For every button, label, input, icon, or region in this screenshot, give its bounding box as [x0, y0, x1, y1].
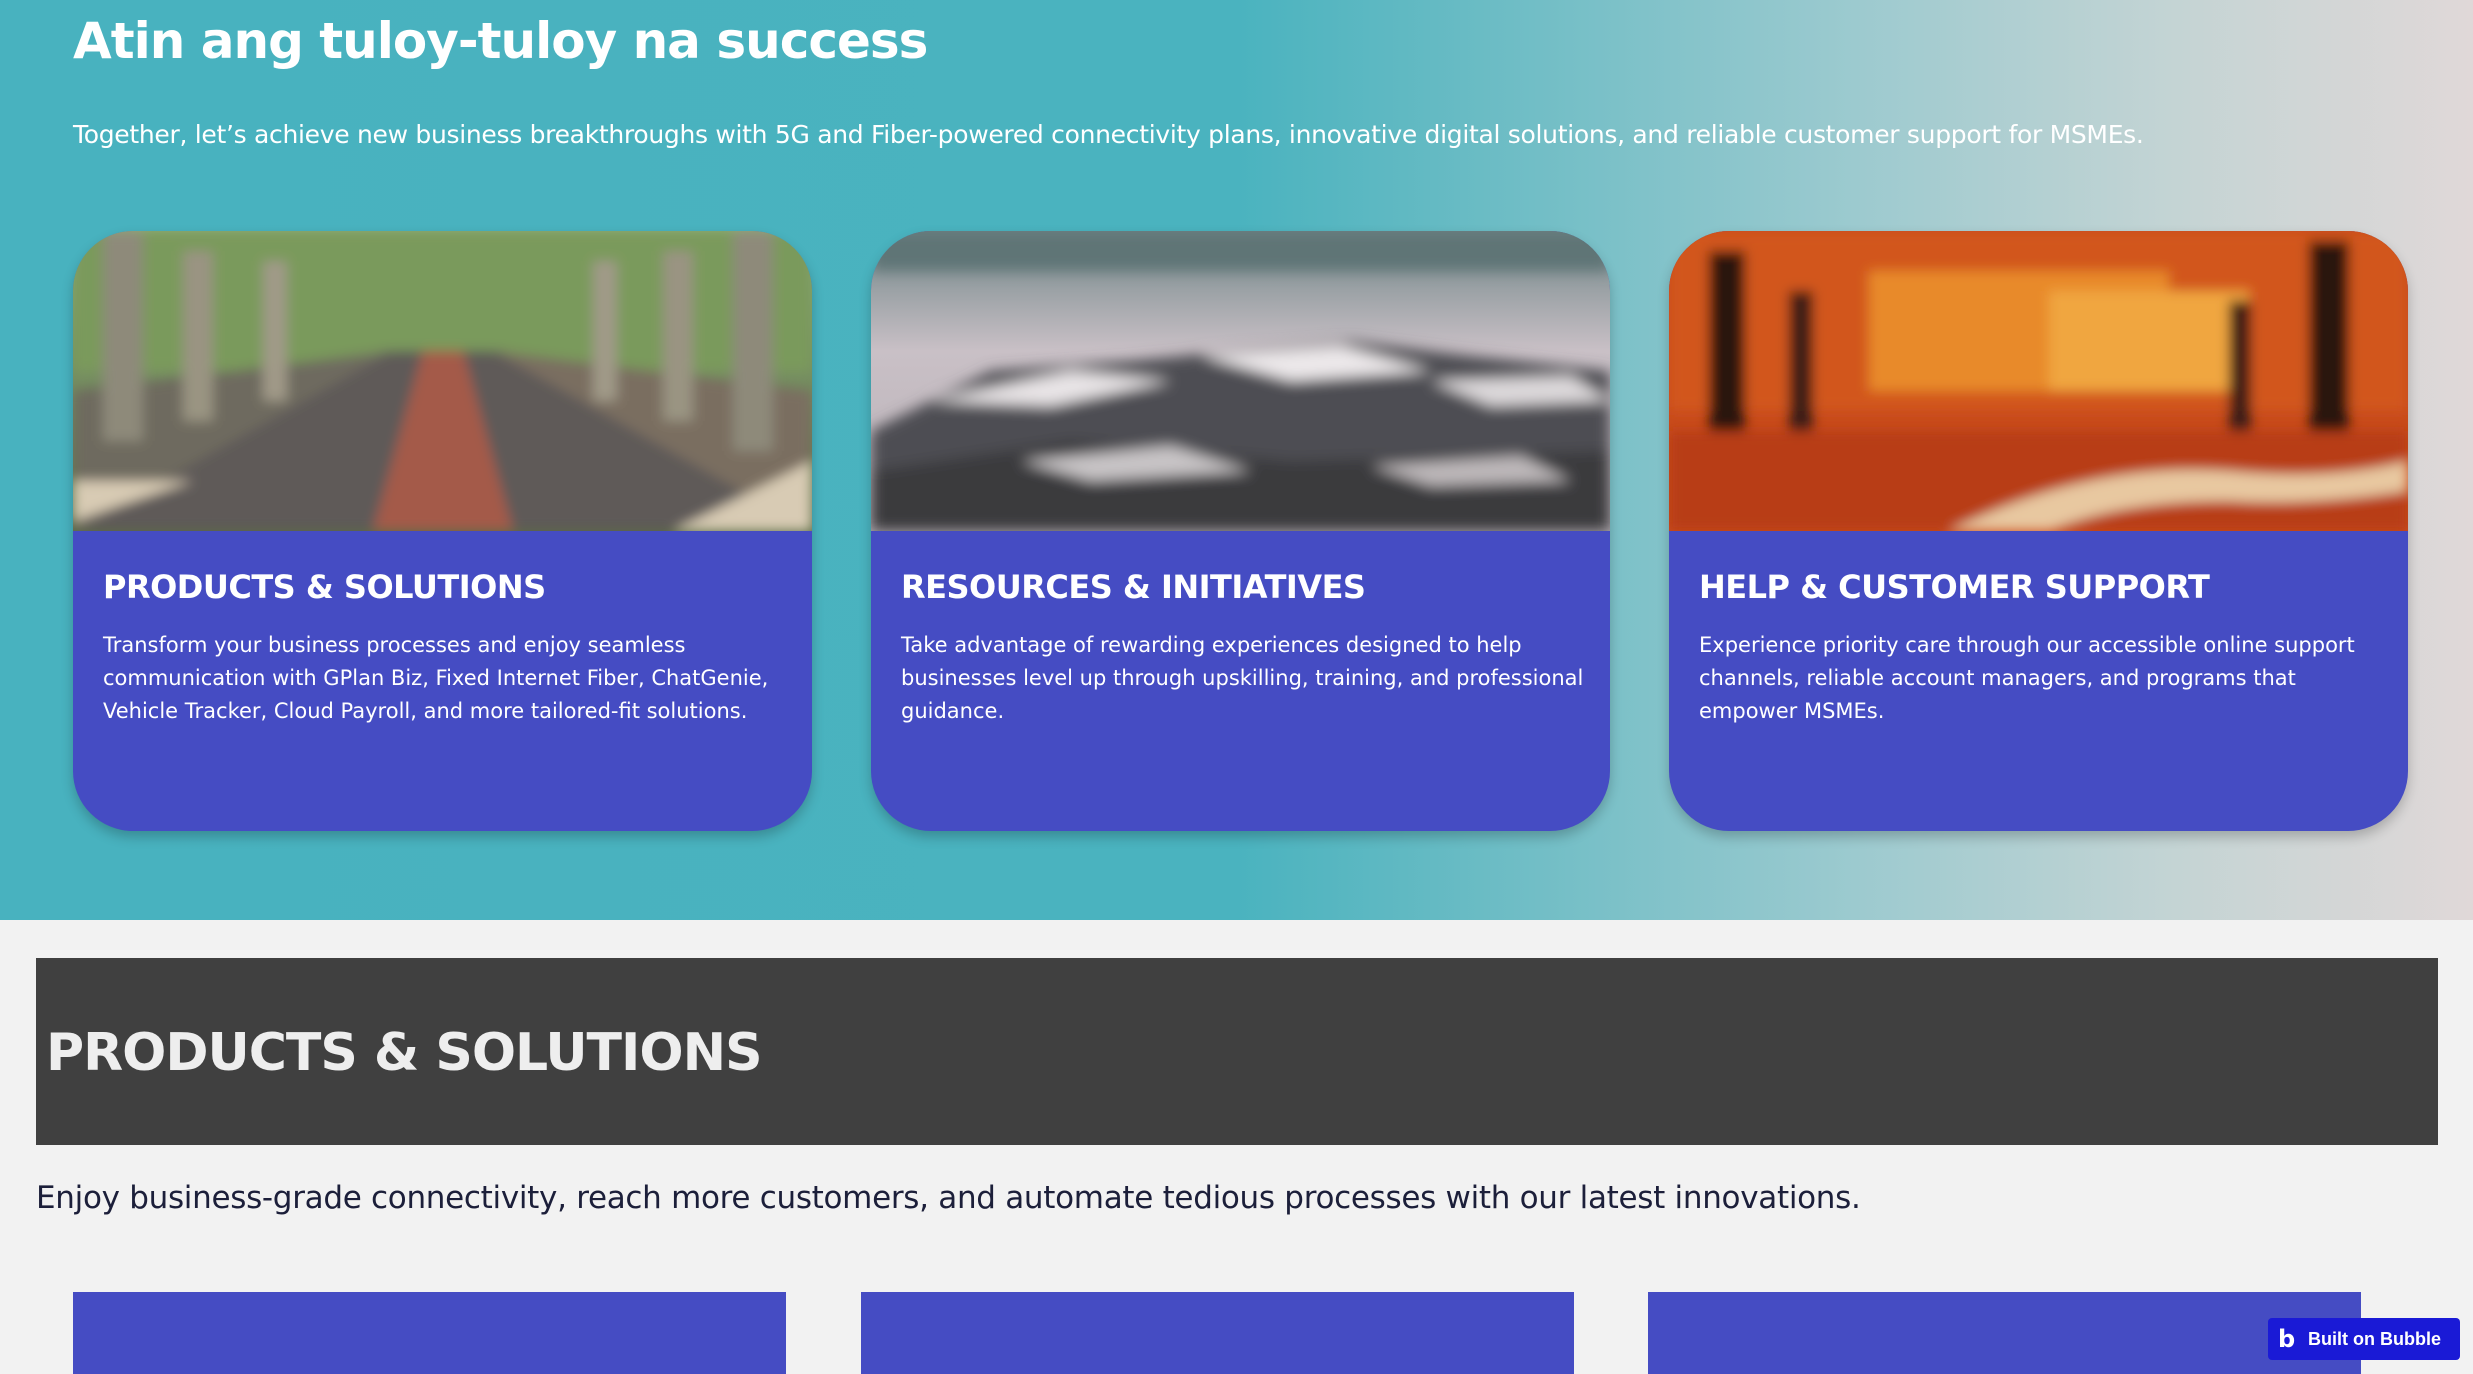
- bubble-logo-icon: b: [2278, 1325, 2296, 1353]
- product-tile[interactable]: [1648, 1292, 2361, 1374]
- product-tile[interactable]: [861, 1292, 1574, 1374]
- card-title: HELP & CUSTOMER SUPPORT: [1699, 568, 2210, 606]
- tree-lined-road-photo: [73, 231, 812, 531]
- hero-title: Atin ang tuloy-tuloy na success: [73, 12, 928, 70]
- product-tile[interactable]: [73, 1292, 786, 1374]
- section-subtitle: Enjoy business-grade connectivity, reach…: [36, 1180, 1861, 1216]
- snowy-mountains-photo: [871, 231, 1610, 531]
- card-help-customer-support[interactable]: HELP & CUSTOMER SUPPORT Experience prior…: [1669, 231, 2408, 831]
- built-on-bubble-badge[interactable]: b Built on Bubble: [2268, 1318, 2460, 1360]
- hero-section: Atin ang tuloy-tuloy na success Together…: [0, 0, 2473, 920]
- card-title: PRODUCTS & SOLUTIONS: [103, 568, 546, 606]
- card-description: Transform your business processes and en…: [103, 633, 769, 723]
- section-header-band: PRODUCTS & SOLUTIONS: [36, 958, 2438, 1145]
- autumn-forest-photo: [1669, 231, 2408, 531]
- card-description: Experience priority care through our acc…: [1699, 633, 2355, 723]
- card-resources-initiatives[interactable]: RESOURCES & INITIATIVES Take advantage o…: [871, 231, 1610, 831]
- badge-label: Built on Bubble: [2308, 1328, 2441, 1349]
- card-title: RESOURCES & INITIATIVES: [901, 568, 1366, 606]
- card-products-solutions[interactable]: PRODUCTS & SOLUTIONS Transform your busi…: [73, 231, 812, 831]
- card-description: Take advantage of rewarding experiences …: [901, 633, 1584, 723]
- section-title: PRODUCTS & SOLUTIONS: [46, 1023, 763, 1083]
- hero-subtitle: Together, let’s achieve new business bre…: [73, 120, 2144, 149]
